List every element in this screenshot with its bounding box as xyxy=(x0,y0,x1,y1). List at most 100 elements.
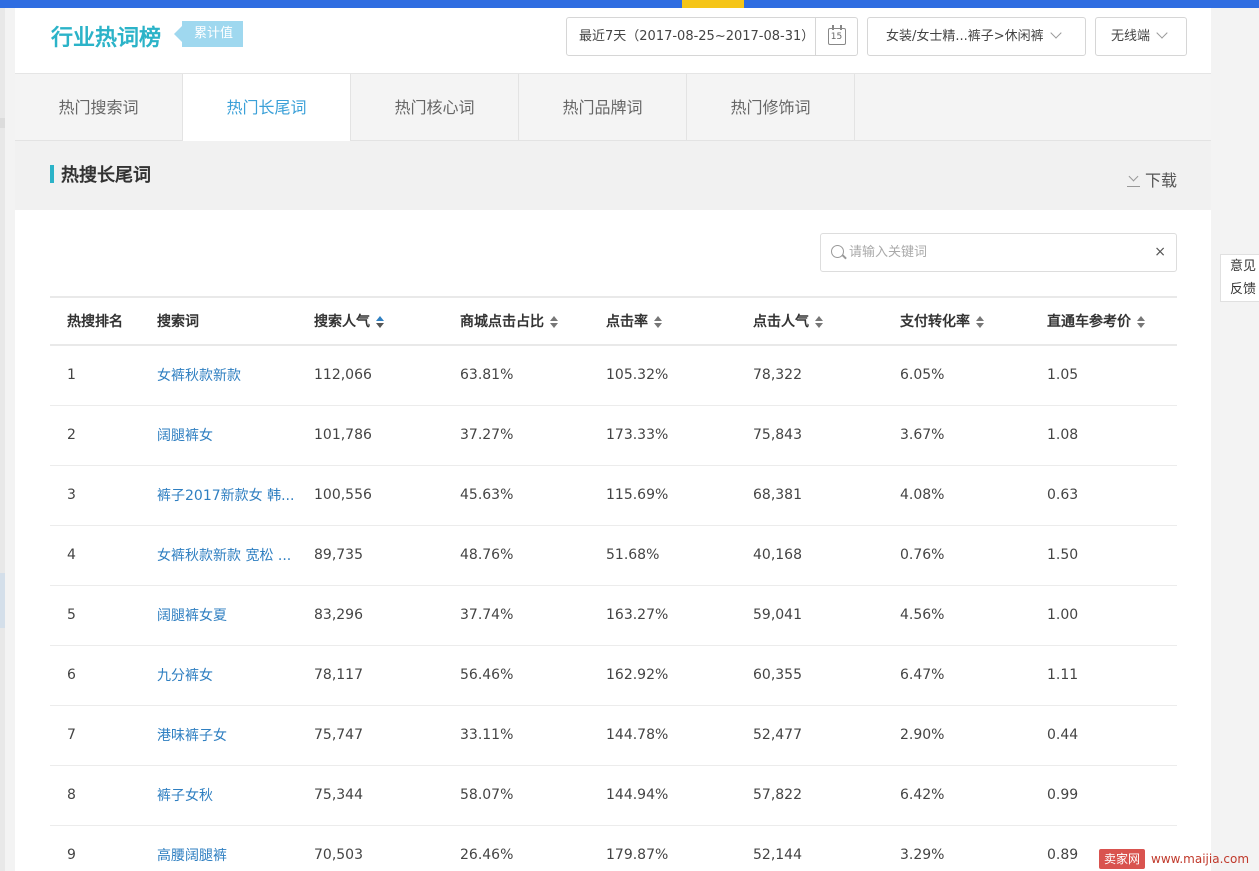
search-popularity-cell: 100,556 xyxy=(314,487,372,503)
keyword-link[interactable]: 九分裤女 xyxy=(140,645,297,705)
keyword-search-input[interactable] xyxy=(849,234,1149,271)
calendar-button[interactable]: 15 xyxy=(815,18,857,55)
column-header-label: 商城点击占比 xyxy=(460,314,544,330)
rank-cell: 6 xyxy=(67,667,76,683)
search-popularity-cell: 78,117 xyxy=(314,667,363,683)
column-header-label: 点击率 xyxy=(606,314,648,330)
keyword-link[interactable]: 女裤秋款新款 宽松 ... xyxy=(140,525,297,585)
ppc-price-cell: 1.08 xyxy=(1047,427,1079,443)
column-header-payment-conversion[interactable]: 支付转化率 xyxy=(883,297,1030,345)
rank-cell: 2 xyxy=(67,427,76,443)
search-popularity-cell: 89,735 xyxy=(314,547,363,563)
payment-conversion-cell: 6.47% xyxy=(900,667,945,683)
click-popularity-cell: 68,381 xyxy=(753,487,802,503)
click-rate-cell: 51.68% xyxy=(606,547,660,563)
ppc-price-cell: 1.50 xyxy=(1047,547,1079,563)
column-header-label: 搜索人气 xyxy=(314,314,370,330)
column-header-label: 点击人气 xyxy=(753,314,809,330)
payment-conversion-cell: 4.56% xyxy=(900,607,945,623)
search-popularity-cell: 75,344 xyxy=(314,787,363,803)
click-popularity-cell: 75,843 xyxy=(753,427,802,443)
keyword-link[interactable]: 高腰阔腿裤 xyxy=(140,825,297,871)
sort-icon[interactable] xyxy=(654,316,662,328)
search-popularity-cell: 112,066 xyxy=(314,367,372,384)
tab-hot-modifier-words[interactable]: 热门修饰词 xyxy=(687,74,855,141)
category-select[interactable]: 女装/女士精...裤子>休闲裤 xyxy=(867,17,1086,56)
device-select-value: 无线端 xyxy=(1111,29,1151,44)
click-rate-cell: 163.27% xyxy=(606,607,669,623)
click-rate-cell: 144.78% xyxy=(606,727,669,743)
search-popularity-cell: 70,503 xyxy=(314,847,363,863)
column-header-mall-click-share[interactable]: 商城点击占比 xyxy=(443,297,589,345)
category-select-value: 女装/女士精...裤子>休闲裤 xyxy=(886,29,1044,44)
keyword-link[interactable]: 阔腿裤女夏 xyxy=(140,585,297,645)
tab-hot-long-tail-words[interactable]: 热门长尾词 xyxy=(183,74,351,142)
watermark-logo: 卖家网 xyxy=(1099,849,1146,869)
clear-search-button[interactable]: × xyxy=(1154,234,1166,271)
download-icon xyxy=(1126,173,1141,187)
mall-click-share-cell: 63.81% xyxy=(460,367,514,384)
click-rate-cell: 173.33% xyxy=(606,427,669,443)
left-strip-segment xyxy=(0,573,5,628)
section-title: 热搜长尾词 xyxy=(61,165,151,186)
download-label: 下载 xyxy=(1144,171,1177,190)
feedback-label-line1: 意见 xyxy=(1230,259,1257,274)
feedback-button[interactable]: 意见 反馈 xyxy=(1220,254,1259,302)
search-popularity-cell: 101,786 xyxy=(314,427,372,443)
cumulative-badge: 累计值 xyxy=(173,21,244,47)
sort-icon[interactable] xyxy=(1137,316,1145,328)
date-range-picker[interactable]: 最近7天（2017-08-25~2017-08-31） 15 xyxy=(566,17,858,56)
keyword-link[interactable]: 港味裤子女 xyxy=(140,705,297,765)
main-panel: 行业热词榜 累计值 最近7天（2017-08-25~2017-08-31） 15… xyxy=(15,8,1211,871)
column-header-search-popularity[interactable]: 搜索人气 xyxy=(297,297,443,345)
search-popularity-cell: 75,747 xyxy=(314,727,363,743)
click-rate-cell: 162.92% xyxy=(606,667,669,683)
watermark: 卖家网 www.maijia.com xyxy=(1099,848,1249,870)
ppc-price-cell: 0.99 xyxy=(1047,787,1079,803)
table-row: 6 九分裤女 78,117 56.46% 162.92% 60,355 6.47% 1.11 xyxy=(50,645,1177,705)
keyword-search: × xyxy=(820,233,1177,272)
keyword-link[interactable]: 裤子女秋 xyxy=(140,765,297,825)
click-rate-cell: 105.32% xyxy=(606,367,669,384)
sort-icon[interactable] xyxy=(815,316,823,328)
column-header-click-rate[interactable]: 点击率 xyxy=(589,297,736,345)
column-header-keyword: 搜索词 xyxy=(157,314,199,330)
download-button[interactable]: 下载 xyxy=(1126,167,1177,191)
rank-cell: 9 xyxy=(67,847,76,863)
column-header-click-popularity[interactable]: 点击人气 xyxy=(736,297,883,345)
tab-hot-core-words[interactable]: 热门核心词 xyxy=(351,74,519,141)
keyword-link[interactable]: 女裤秋款新款 xyxy=(140,345,297,405)
device-select[interactable]: 无线端 xyxy=(1095,17,1187,56)
table-header-row: 热搜排名 搜索词 搜索人气 商城点击占比 点击率 点击人气 支付转化率 直通车参… xyxy=(50,297,1177,345)
sort-icon[interactable] xyxy=(376,316,384,328)
click-rate-cell: 144.94% xyxy=(606,787,669,803)
click-popularity-cell: 60,355 xyxy=(753,667,802,683)
keyword-link[interactable]: 阔腿裤女 xyxy=(140,405,297,465)
section-header: 热搜长尾词 下载 xyxy=(15,141,1211,210)
tab-hot-search-words[interactable]: 热门搜索词 xyxy=(15,74,183,141)
click-rate-cell: 179.87% xyxy=(606,847,669,863)
tab-bar: 热门搜索词 热门长尾词 热门核心词 热门品牌词 热门修饰词 xyxy=(15,74,1211,142)
column-header-ppc-reference-price[interactable]: 直通车参考价 xyxy=(1030,297,1177,345)
payment-conversion-cell: 3.29% xyxy=(900,847,945,863)
rank-cell: 8 xyxy=(67,787,76,803)
ppc-price-cell: 1.05 xyxy=(1047,367,1079,384)
ppc-price-cell: 1.11 xyxy=(1047,667,1079,683)
keyword-link[interactable]: 裤子2017新款女 韩... xyxy=(140,465,297,525)
rank-cell: 4 xyxy=(67,547,76,563)
payment-conversion-cell: 0.76% xyxy=(900,547,945,563)
mall-click-share-cell: 58.07% xyxy=(460,787,514,803)
click-popularity-cell: 52,477 xyxy=(753,727,802,743)
search-popularity-cell: 83,296 xyxy=(314,607,363,623)
column-header-label: 支付转化率 xyxy=(900,314,970,330)
table-body: 1 女裤秋款新款 112,066 63.81% 105.32% 78,322 6.05% 1.… xyxy=(50,345,1177,871)
click-popularity-cell: 78,322 xyxy=(753,367,802,384)
section-accent-bar xyxy=(50,165,54,183)
watermark-url: www.maijia.com xyxy=(1151,852,1250,866)
tab-hot-brand-words[interactable]: 热门品牌词 xyxy=(519,74,687,141)
sort-icon[interactable] xyxy=(976,316,984,328)
sort-icon[interactable] xyxy=(550,316,558,328)
table-row: 3 裤子2017新款女 韩... 100,556 45.63% 115.69% 68,38… xyxy=(50,465,1177,525)
click-popularity-cell: 57,822 xyxy=(753,787,802,803)
table-row: 5 阔腿裤女夏 83,296 37.74% 163.27% 59,041 4.56% 1.00 xyxy=(50,585,1177,645)
